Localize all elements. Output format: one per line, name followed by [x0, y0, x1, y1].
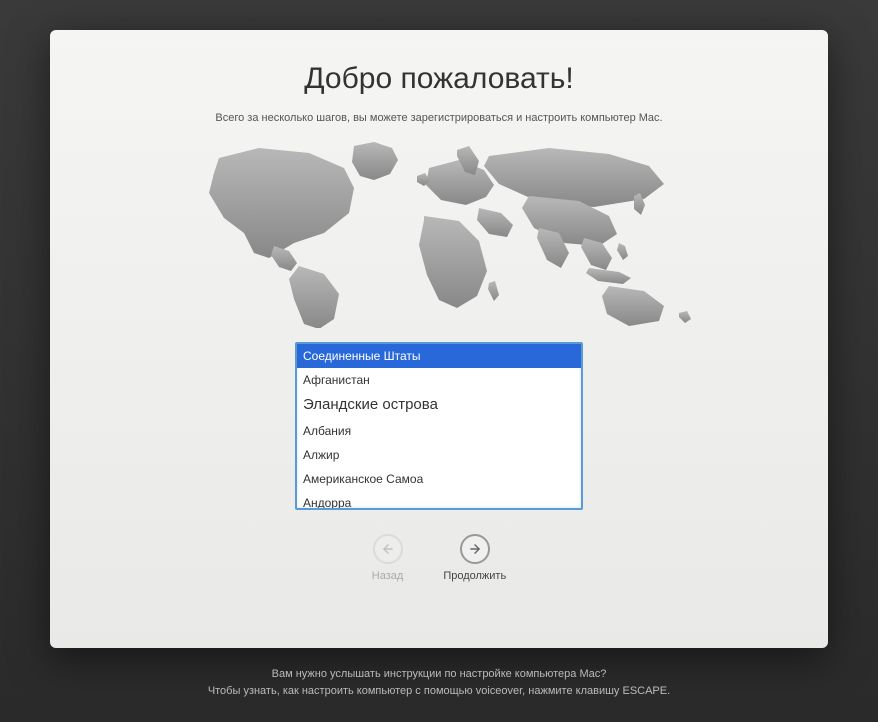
page-subtitle: Всего за несколько шагов, вы можете заре… [215, 112, 662, 124]
arrow-right-icon [460, 534, 490, 564]
country-item[interactable]: Соединенные Штаты [297, 344, 581, 368]
country-item[interactable]: Алжир [297, 443, 581, 467]
country-item[interactable]: Эландские острова [297, 392, 581, 419]
country-item[interactable]: Андорра [297, 491, 581, 511]
voiceover-hint-line1: Вам нужно услышать инструкции по настрой… [208, 666, 670, 683]
continue-button-label: Продолжить [443, 570, 506, 582]
page-title: Добро пожаловать! [304, 62, 573, 96]
country-item[interactable]: Американское Самоа [297, 467, 581, 491]
back-button[interactable]: Назад [372, 534, 404, 582]
voiceover-hint-line2: Чтобы узнать, как настроить компьютер с … [208, 683, 670, 700]
country-item[interactable]: Албания [297, 419, 581, 443]
setup-assistant-window: Добро пожаловать! Всего за несколько шаг… [50, 30, 828, 648]
country-list[interactable]: Соединенные ШтатыАфганистанЭландские ост… [295, 342, 583, 510]
navigation-controls: Назад Продолжить [372, 534, 506, 582]
arrow-left-icon [373, 534, 403, 564]
continue-button[interactable]: Продолжить [443, 534, 506, 582]
back-button-label: Назад [372, 570, 404, 582]
world-map-image [159, 138, 719, 328]
country-item[interactable]: Афганистан [297, 368, 581, 392]
voiceover-hint: Вам нужно услышать инструкции по настрой… [208, 666, 670, 699]
